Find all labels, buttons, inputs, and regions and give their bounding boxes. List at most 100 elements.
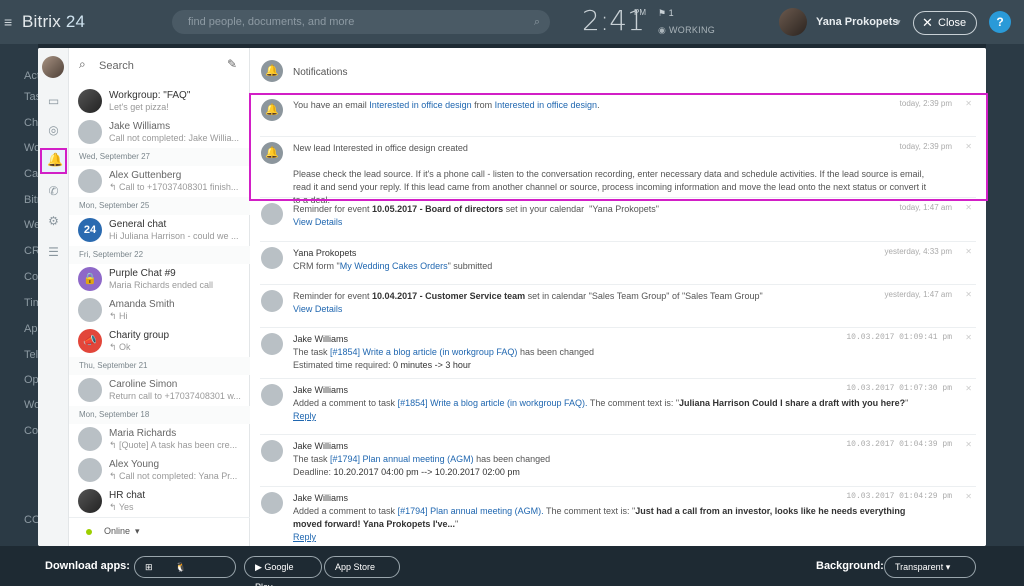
help-button[interactable]: ?	[989, 11, 1011, 33]
notification-text: Reminder for event 10.04.2017 - Customer…	[293, 291, 763, 314]
top-bar: ≡ Bitrix 24 find people, documents, and …	[0, 0, 1024, 44]
avatar: 📣	[78, 329, 102, 353]
dismiss-icon[interactable]: ✕	[965, 203, 972, 212]
notification-item[interactable]: Jake Williams The task [#1854] Write a bl…	[260, 328, 976, 379]
work-status[interactable]: ◉ WORKING	[658, 25, 715, 36]
notification-time: 10.03.2017 01:04:39 pm	[846, 440, 952, 449]
date-separator: Fri, September 22	[69, 246, 250, 264]
brand-logo[interactable]: Bitrix 24	[22, 12, 85, 32]
avatar	[78, 458, 102, 482]
chat-name: Amanda Smith	[109, 299, 175, 310]
avatar: 24	[78, 218, 102, 242]
background-menu-item: Op	[24, 374, 39, 386]
search-icon: ⌕	[79, 57, 86, 71]
chat-name: Charity group	[109, 330, 170, 341]
background-menu-item: Co	[24, 425, 39, 437]
desktop-apps-buttons[interactable]: ⊞ 🐧	[134, 556, 236, 578]
new-chat-icon[interactable]: ✎	[227, 57, 237, 71]
clock-ampm: PM	[634, 8, 646, 17]
dismiss-icon[interactable]: ✕	[965, 333, 972, 342]
notification-item[interactable]: Yana Prokopets CRM form "My Wedding Cakes…	[260, 242, 976, 285]
date-separator: Wed, September 27	[69, 148, 250, 166]
notification-item[interactable]: Jake Williams Added a comment to task [#1…	[260, 487, 976, 546]
recent-chat-item[interactable]: Caroline Simon Return call to +1703740830…	[69, 375, 250, 406]
background-label: Background:	[816, 560, 884, 572]
notification-item[interactable]: Jake Williams Added a comment to task [#1…	[260, 379, 976, 435]
history-icon[interactable]: ☰	[46, 245, 61, 260]
notification-item[interactable]: Reminder for event 10.05.2017 - Board of…	[260, 198, 976, 242]
my-avatar[interactable]	[42, 56, 64, 78]
dismiss-icon[interactable]: ✕	[965, 247, 972, 256]
chat-icon[interactable]: ▭	[46, 94, 61, 109]
chat-last-message: ↰ Yes	[109, 502, 134, 512]
chat-name: Purple Chat #9	[109, 268, 176, 279]
notification-item[interactable]: Jake Williams The task [#1794] Plan annua…	[260, 435, 976, 487]
notification-item[interactable]: 🔔 You have an email Interested in office …	[260, 94, 976, 137]
recent-chat-item[interactable]: 🔒 Purple Chat #9 Maria Richards ended call	[69, 264, 250, 295]
dismiss-icon[interactable]: ✕	[965, 142, 972, 151]
chat-name: Caroline Simon	[109, 379, 178, 390]
recent-chat-item[interactable]: HR chat ↰ Yes	[69, 486, 250, 517]
recent-chat-item[interactable]: Alex Guttenberg ↰ Call to +17037408301 fi…	[69, 166, 250, 197]
notifications-header: 🔔 Notifications	[250, 48, 986, 94]
notification-text: Reminder for event 10.05.2017 - Board of…	[293, 204, 659, 227]
date-separator: Mon, September 18	[69, 406, 250, 424]
recent-search[interactable]: ⌕ Search ✎	[69, 48, 250, 84]
bell-icon: 🔔	[261, 142, 283, 164]
notification-time: today, 2:39 pm	[899, 99, 952, 108]
background-menu-item: Tel	[24, 349, 39, 361]
recent-chat-item[interactable]: Jake Williams Call not completed: Jake Wi…	[69, 117, 250, 148]
notification-time: today, 2:39 pm	[899, 142, 952, 151]
avatar	[78, 378, 102, 402]
notifications-tab[interactable]: 🔔	[40, 148, 67, 174]
avatar	[78, 298, 102, 322]
online-status[interactable]: Online ▾	[69, 517, 250, 546]
recent-chat-item[interactable]: Alex Young ↰ Call not completed: Yana Pr.…	[69, 455, 250, 486]
notification-time: yesterday, 4:33 pm	[884, 247, 952, 256]
background-select[interactable]: Transparent ▾	[884, 556, 976, 578]
recent-chat-item[interactable]: 📣 Charity group ↰ Ok	[69, 326, 250, 357]
dismiss-icon[interactable]: ✕	[965, 440, 972, 449]
user-name[interactable]: Yana Prokopets	[816, 16, 899, 28]
menu-icon[interactable]: ≡	[4, 14, 18, 30]
avatar	[261, 492, 283, 514]
recent-chat-item[interactable]: Workgroup: "FAQ" Let's get pizza!	[69, 86, 250, 117]
app-store-button[interactable]: App Store	[324, 556, 400, 578]
messenger-icon-rail: ▭ ◎ 🔔 ✆ ⚙ ☰	[38, 48, 69, 546]
chevron-down-icon[interactable]: ▾	[896, 17, 901, 28]
background-menu-item: Ap	[24, 323, 38, 335]
recent-chat-item[interactable]: Amanda Smith ↰ Hi	[69, 295, 250, 326]
dismiss-icon[interactable]: ✕	[965, 290, 972, 299]
avatar	[78, 89, 102, 113]
global-search-input[interactable]: find people, documents, and more ⌕	[172, 10, 550, 34]
recent-chat-item[interactable]: Maria Richards ↰ [Quote] A task has been …	[69, 424, 250, 455]
notifications-panel: 🔔 Notifications 🔔 You have an email Inter…	[250, 48, 986, 546]
notification-time: 10.03.2017 01:04:29 pm	[846, 492, 952, 501]
chat-last-message: ↰ Ok	[109, 342, 131, 352]
gear-icon[interactable]: ⚙	[46, 214, 61, 229]
chat-last-message: ↰ Call not completed: Yana Pr...	[109, 471, 238, 481]
dismiss-icon[interactable]: ✕	[965, 99, 972, 108]
notification-item[interactable]: 🔔 New lead Interested in office design cr…	[260, 137, 976, 205]
chat-last-message: Let's get pizza!	[109, 102, 169, 112]
dismiss-icon[interactable]: ✕	[965, 384, 972, 393]
user-avatar[interactable]	[779, 8, 807, 36]
phone-icon[interactable]: ✆	[46, 184, 61, 199]
bottom-bar: Download apps: ⊞ 🐧 ▶ Google Play App Sto…	[0, 546, 1024, 586]
notification-item[interactable]: Reminder for event 10.04.2017 - Customer…	[260, 285, 976, 328]
notification-text: You have an email Interested in office d…	[293, 100, 600, 110]
chat-name: General chat	[109, 219, 167, 230]
open-lines-icon[interactable]: ◎	[46, 123, 61, 138]
notification-text: Jake Williams Added a comment to task [#1…	[293, 493, 906, 542]
search-input[interactable]: Search	[99, 60, 134, 72]
chat-last-message: Call not completed: Jake Willia...	[109, 133, 240, 143]
recent-chat-item[interactable]: 24 General chat Hi Juliana Harrison - coul…	[69, 215, 250, 246]
background-menu-item: Ca	[24, 168, 39, 180]
avatar: 🔒	[78, 267, 102, 291]
avatar	[78, 427, 102, 451]
download-apps-label: Download apps:	[45, 560, 130, 572]
close-button[interactable]: ✕ Close	[913, 11, 977, 35]
dismiss-icon[interactable]: ✕	[965, 492, 972, 501]
google-play-button[interactable]: ▶ Google Play	[244, 556, 322, 586]
notifications-title: Notifications	[293, 67, 348, 78]
